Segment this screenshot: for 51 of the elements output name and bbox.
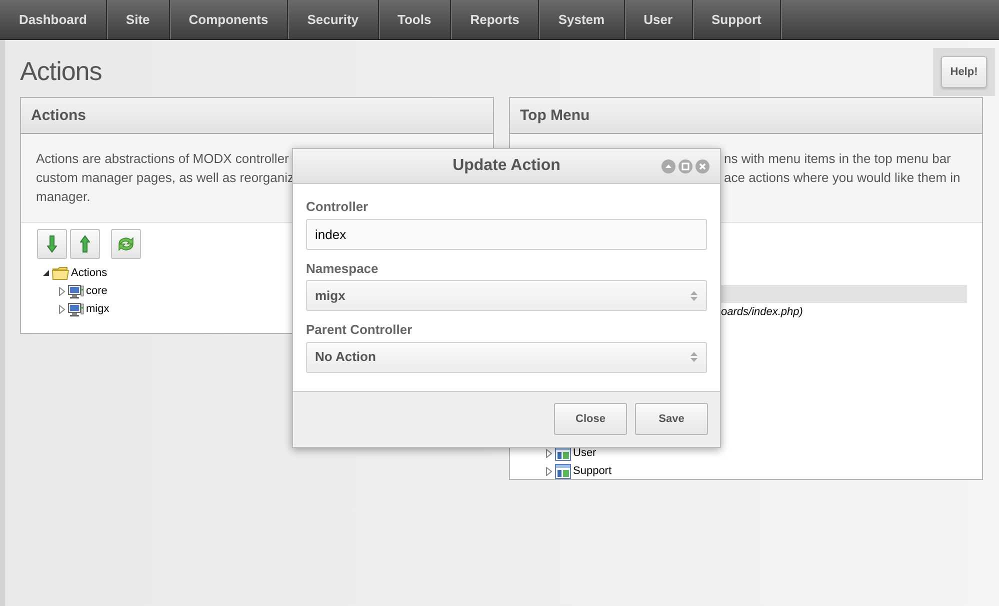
dialog-button[interactable]: Save — [635, 403, 708, 435]
tree-item-label[interactable]: migx — [86, 300, 110, 318]
input-field[interactable]: index — [306, 218, 707, 250]
nav-menu-item[interactable]: Support — [692, 0, 782, 39]
field-label: Controller — [306, 198, 370, 216]
panel-title: Top Menu — [510, 98, 982, 134]
nav-menu-item[interactable]: Tools — [378, 0, 452, 39]
collapsed-arrow-icon[interactable] — [545, 467, 553, 476]
page-title: Actions — [20, 55, 102, 87]
expanded-arrow-icon[interactable] — [42, 269, 50, 277]
nav-menu-item[interactable]: Site — [106, 0, 170, 39]
maximize-icon[interactable] — [678, 159, 693, 174]
description-text: ace actions where you would like them in — [724, 169, 962, 187]
panel-title: Actions — [21, 98, 493, 134]
spinner-arrows-icon — [690, 351, 698, 363]
tree-item-label[interactable]: Actions — [71, 264, 108, 282]
folder-icon — [52, 266, 69, 280]
description-text: manager. — [36, 188, 92, 206]
tree-item-label[interactable]: User — [573, 445, 596, 462]
tree-item-label[interactable]: core — [86, 282, 108, 300]
spinner-arrows-icon — [690, 290, 698, 302]
tree-item-label[interactable]: Support — [573, 463, 612, 480]
computer-icon — [68, 284, 84, 298]
help-button[interactable]: Help! — [941, 56, 987, 88]
description-text: custom manager pages, as well as reorganiz — [36, 169, 295, 187]
up-button[interactable] — [70, 229, 100, 259]
down-arrow-icon — [47, 235, 57, 253]
refresh-button[interactable] — [111, 229, 141, 259]
down-button[interactable] — [37, 229, 67, 259]
select-field[interactable]: migx — [306, 280, 707, 311]
description-text: ns with menu items in the top menu bar — [724, 150, 952, 168]
computer-icon — [68, 302, 84, 316]
nav-menu-item[interactable]: Components — [170, 0, 288, 39]
tree-item-detail: oards/index.php) — [721, 305, 804, 320]
select-field[interactable]: No Action — [306, 342, 707, 372]
collapse-icon[interactable] — [661, 159, 676, 174]
up-arrow-icon — [80, 235, 90, 253]
nav-menu-item[interactable]: System — [539, 0, 625, 39]
collapsed-arrow-icon[interactable] — [545, 449, 553, 458]
dialog-button[interactable]: Close — [554, 403, 627, 435]
nav-menu-item[interactable]: Dashboard — [0, 0, 107, 39]
close-icon[interactable] — [695, 159, 710, 174]
collapsed-arrow-icon[interactable] — [58, 286, 66, 296]
dialog-title: Update Action — [452, 156, 560, 176]
field-label: Namespace — [306, 260, 380, 278]
nav-menu-item[interactable]: Reports — [451, 0, 540, 39]
nav-menu-item[interactable]: Security — [288, 0, 379, 39]
field-label: Parent Controller — [306, 321, 414, 339]
collapsed-arrow-icon[interactable] — [58, 304, 66, 314]
refresh-icon — [117, 236, 135, 252]
nav-menu-item[interactable]: User — [624, 0, 693, 39]
